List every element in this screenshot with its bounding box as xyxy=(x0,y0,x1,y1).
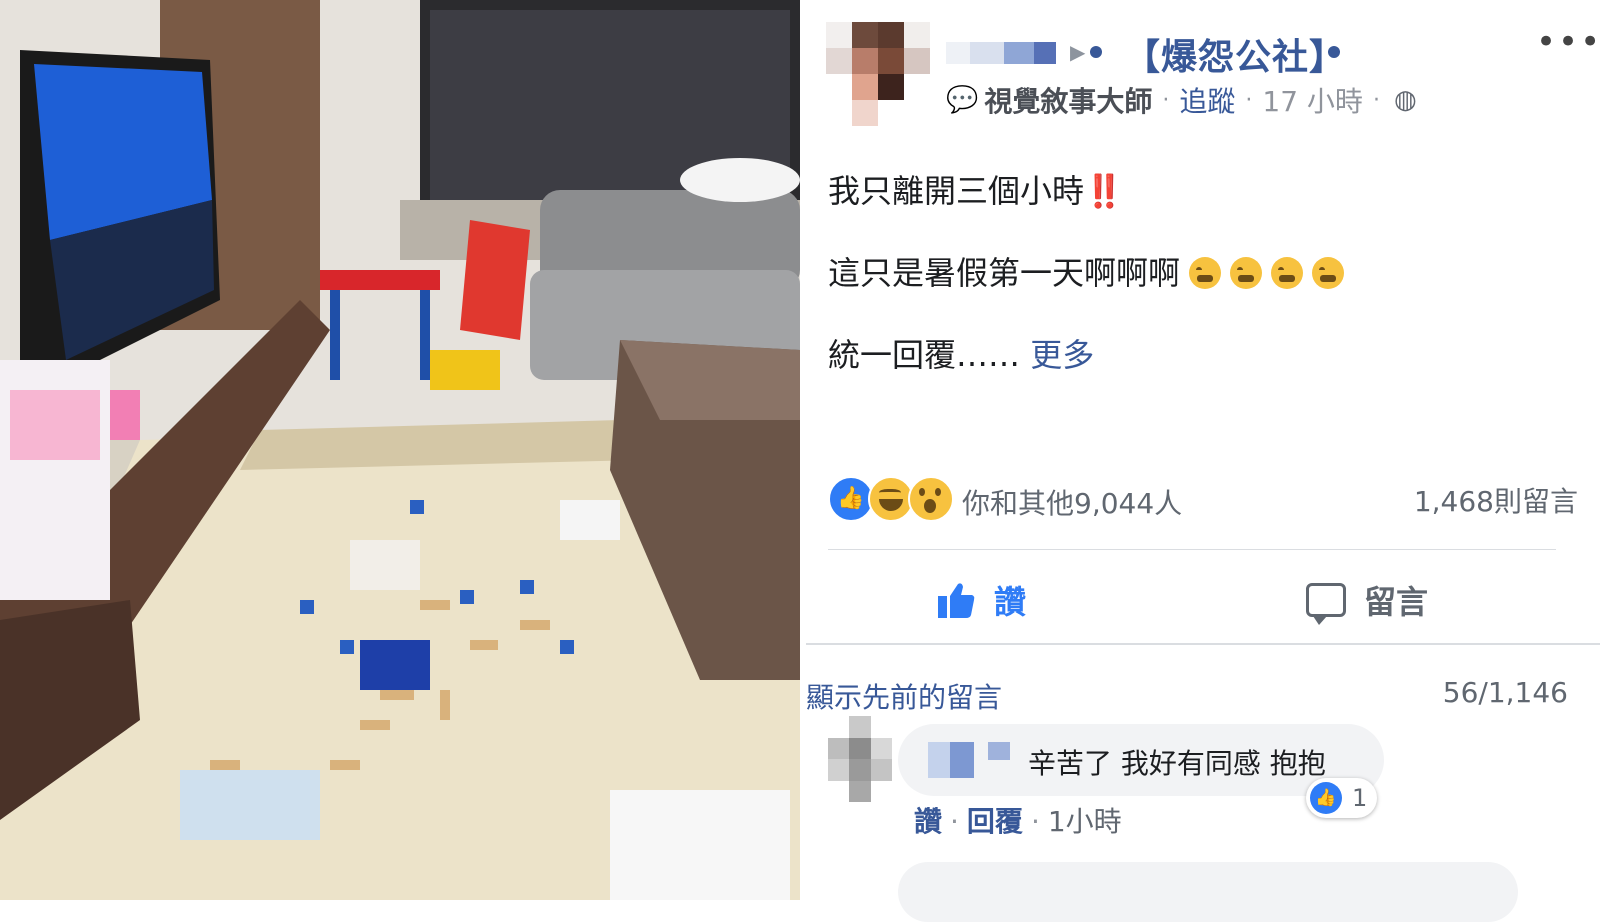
commenter-avatar[interactable] xyxy=(828,716,892,802)
like-reaction-icon: 👍 xyxy=(1310,782,1342,814)
weary-face-icon xyxy=(1189,257,1222,289)
weary-face-icon xyxy=(1271,257,1304,289)
comment-reply-link[interactable]: 回覆 xyxy=(967,805,1023,838)
next-comment-bubble xyxy=(898,862,1518,922)
reactions-summary[interactable]: 👍 你和其他9,044人 1,468則留言 xyxy=(828,476,1578,522)
comment-button[interactable]: 留言 xyxy=(1306,572,1428,628)
comment-text: 辛苦了 我好有同感 抱抱 xyxy=(1028,747,1326,780)
comment-page-count: 56/1,146 xyxy=(1442,676,1568,709)
globe-icon: ◍ xyxy=(1393,85,1417,115)
more-dots-icon[interactable]: ••• xyxy=(1536,22,1600,62)
post-meta: 💬 視覺敘事大師 · 追蹤 · 17 小時 · ◍ xyxy=(946,82,1417,118)
messy-room-illustration xyxy=(0,0,800,900)
comment-time[interactable]: 1小時 xyxy=(1048,805,1122,838)
divider xyxy=(828,549,1556,550)
show-previous-comments-link[interactable]: 顯示先前的留言 xyxy=(806,676,1002,716)
poster-name-blurred[interactable] xyxy=(946,36,1066,66)
weary-face-icon xyxy=(1312,257,1345,289)
living-room-photo xyxy=(0,0,800,900)
comment-like-link[interactable]: 讚 xyxy=(914,805,942,838)
wow-reaction-icon xyxy=(908,476,954,522)
double-exclamation-icon: ‼️ xyxy=(1084,172,1124,210)
badge-icon: 💬 xyxy=(946,85,979,115)
reaction-count[interactable]: 你和其他9,044人 xyxy=(962,482,1182,522)
thumbs-up-icon xyxy=(938,583,975,618)
comment-count[interactable]: 1,468則留言 xyxy=(1414,480,1578,520)
comment-bubble-icon xyxy=(1306,583,1346,625)
post-line-2: 這只是暑假第一天啊啊啊 xyxy=(828,248,1345,294)
dot-icon xyxy=(1090,46,1102,58)
badge-label[interactable]: 視覺敘事大師 xyxy=(984,80,1152,120)
commenter-name-blurred[interactable] xyxy=(928,742,1010,778)
see-more-link[interactable]: 更多 xyxy=(1030,336,1094,374)
like-button[interactable]: 讚 xyxy=(936,572,1026,628)
follow-link[interactable]: 追蹤 xyxy=(1179,80,1235,120)
comment-actions: 讚 · 回覆 · 1小時 xyxy=(914,805,1122,838)
poster-avatar[interactable] xyxy=(826,22,930,126)
weary-face-icon xyxy=(1230,257,1263,289)
divider xyxy=(806,643,1600,645)
group-name-link[interactable]: 【爆怨公社】 xyxy=(1124,28,1346,80)
post-time[interactable]: 17 小時 xyxy=(1262,80,1363,120)
arrow-right-icon: ▶ xyxy=(1070,40,1086,64)
post-line-3: 統一回覆…… 更多 xyxy=(828,336,1095,374)
comment-like-count-badge[interactable]: 👍 1 xyxy=(1306,778,1378,818)
facebook-post: ▶ 【爆怨公社】 ••• 💬 視覺敘事大師 · 追蹤 · 17 小時 · ◍ 我… xyxy=(806,0,1600,922)
dot-icon xyxy=(1328,46,1340,58)
post-line-1: 我只離開三個小時‼️ xyxy=(828,172,1124,210)
